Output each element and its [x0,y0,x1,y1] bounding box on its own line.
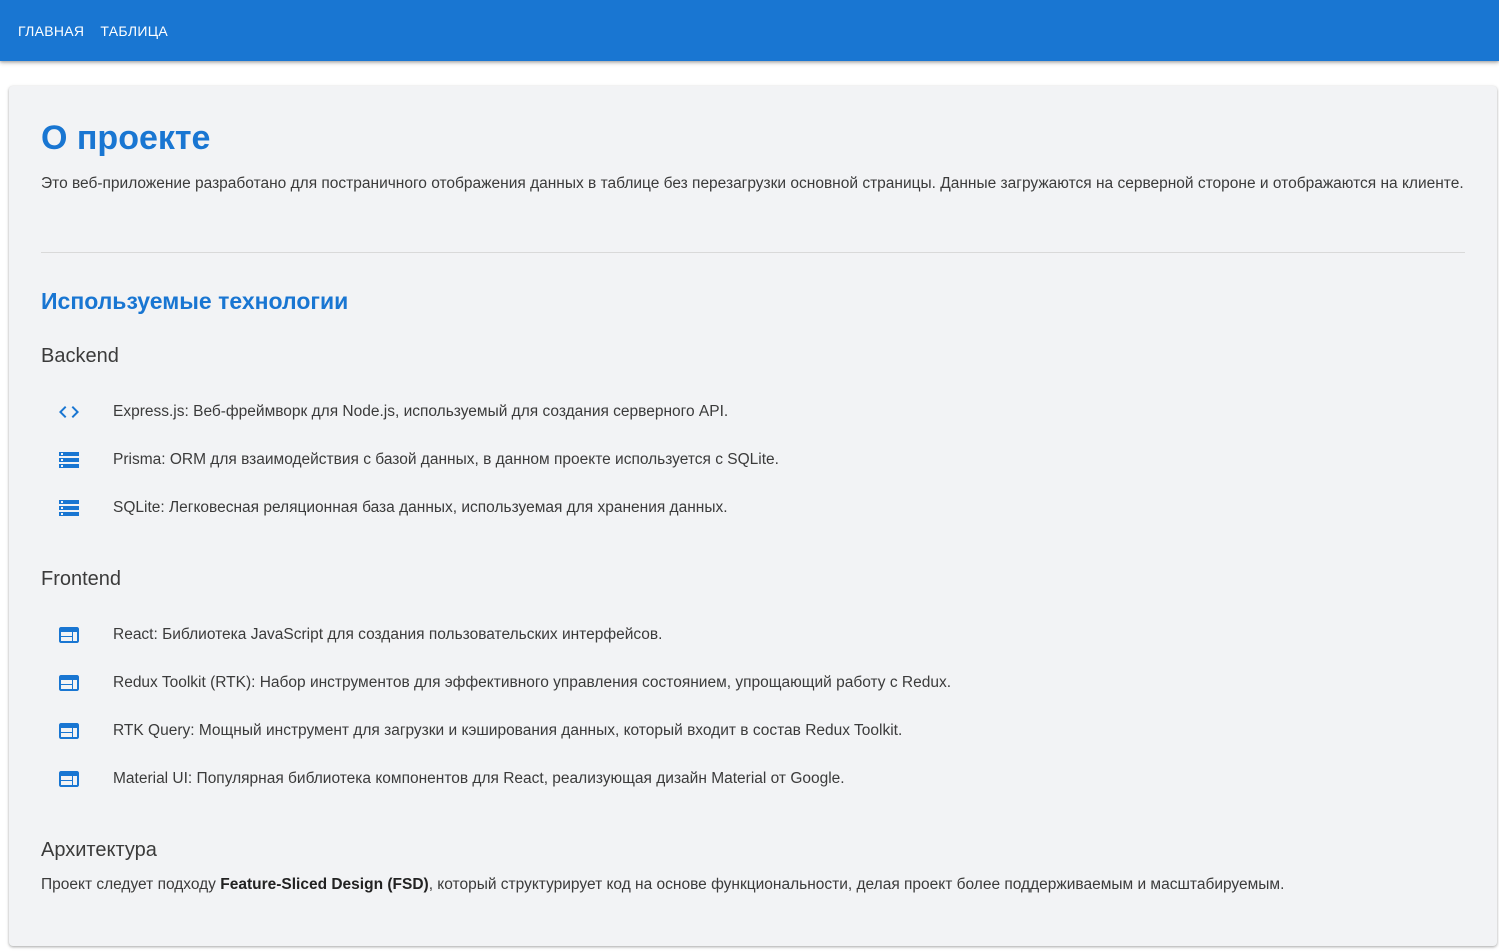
list-item: Redux Toolkit (RTK): Набор инструментов … [41,659,1465,707]
list-item-text: Material UI: Популярная библиотека компо… [113,770,845,787]
list-item-text: SQLite: Легковесная реляционная база дан… [113,499,728,516]
divider [41,252,1465,253]
technologies-title: Используемые технологии [41,288,349,314]
code-icon [41,400,97,424]
architecture-title: Архитектура [41,839,157,861]
list-item: SQLite: Легковесная реляционная база дан… [41,484,1465,532]
web-icon [41,671,97,695]
backend-title: Backend [41,345,119,367]
architecture-fsd-highlight: Feature-Sliced Design (FSD) [220,876,429,893]
backend-list: Express.js: Веб-фреймворк для Node.js, и… [41,388,1465,532]
architecture-text-before: Проект следует подходу [41,876,221,893]
nav-home-button[interactable]: ГЛАВНАЯ [10,17,92,45]
frontend-title: Frontend [41,568,122,590]
frontend-list: React: Библиотека JavaScript для создани… [41,611,1465,803]
storage-icon [41,496,97,520]
app-bar: ГЛАВНАЯ ТАБЛИЦА [0,0,1499,61]
architecture-text: Проект следует подходу Feature-Sliced De… [41,873,1284,897]
list-item-text: Express.js: Веб-фреймворк для Node.js, и… [113,403,729,420]
list-item-text: RTK Query: Мощный инструмент для загрузк… [113,722,903,739]
list-item-text: Redux Toolkit (RTK): Набор инструментов … [113,674,952,691]
list-item: Material UI: Популярная библиотека компо… [41,755,1465,803]
list-item: Prisma: ORM для взаимодействия с базой д… [41,436,1465,484]
intro-paragraph: Это веб-приложение разработано для постр… [41,175,1464,192]
list-item-text: Prisma: ORM для взаимодействия с базой д… [113,451,779,468]
architecture-text-after: , который структурирует код на основе фу… [428,876,1285,893]
web-icon [41,767,97,791]
nav-table-button[interactable]: ТАБЛИЦА [92,17,176,45]
web-icon [41,623,97,647]
storage-icon [41,448,97,472]
page-title: О проекте [41,119,211,157]
web-icon [41,719,97,743]
list-item: RTK Query: Мощный инструмент для загрузк… [41,707,1465,755]
list-item-text: React: Библиотека JavaScript для создани… [113,626,663,643]
list-item: React: Библиотека JavaScript для создани… [41,611,1465,659]
list-item: Express.js: Веб-фреймворк для Node.js, и… [41,388,1465,436]
about-card: О проекте Это веб-приложение разработано… [9,86,1497,946]
